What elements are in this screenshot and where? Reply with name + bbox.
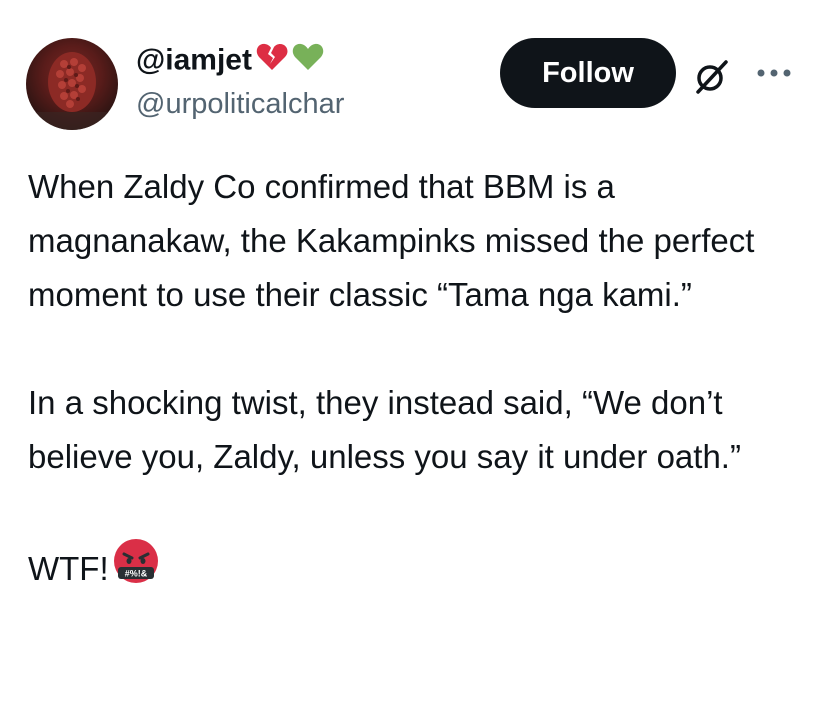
author-handle[interactable]: @urpoliticalchar: [136, 86, 344, 122]
tweet-paragraph: When Zaldy Co confirmed that BBM is a ma…: [28, 168, 755, 313]
tweet-text: When Zaldy Co confirmed that BBM is a ma…: [28, 160, 808, 600]
tweet-paragraph: WTF! #%!&: [28, 538, 808, 600]
tweet-paragraph-text: WTF!: [28, 550, 109, 587]
avatar[interactable]: [26, 38, 118, 130]
follow-button[interactable]: Follow: [500, 38, 676, 108]
more-icon[interactable]: [754, 66, 794, 80]
green-heart-icon: [292, 42, 324, 81]
emoji-symbol-text: #%!&: [124, 569, 147, 579]
broken-heart-icon: [256, 42, 288, 81]
display-name-text: @iamjet: [136, 43, 252, 77]
tweet-paragraph: In a shocking twist, they instead said, …: [28, 384, 741, 475]
angry-face-icon: #%!&: [113, 538, 159, 600]
display-name[interactable]: @iamjet: [136, 42, 324, 81]
tweet-header: @iamjet @urpoliticalchar Follow: [0, 0, 826, 140]
grok-icon[interactable]: [690, 56, 732, 98]
